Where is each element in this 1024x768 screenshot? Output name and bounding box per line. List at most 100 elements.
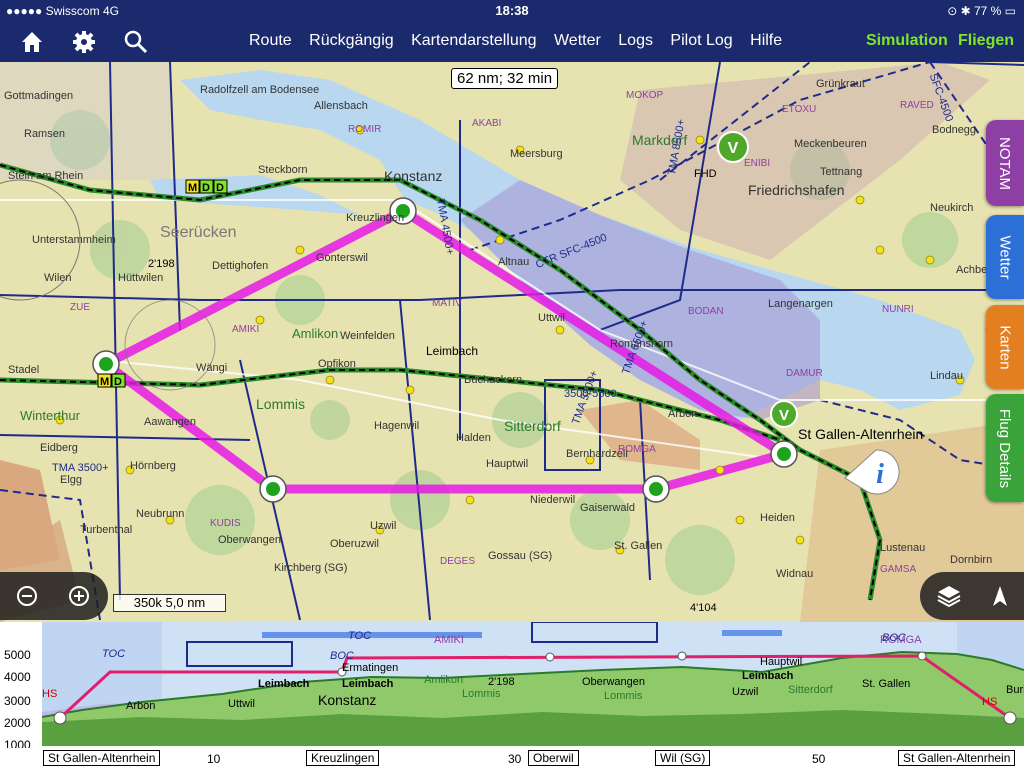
map-label: Weinfelden xyxy=(340,330,395,342)
map-label: Hüttwilen xyxy=(118,272,164,284)
map-label: Widnau xyxy=(776,568,814,580)
menu-logs[interactable]: Logs xyxy=(618,32,653,49)
north-arrow-icon[interactable] xyxy=(990,584,1010,608)
toolbar: Route Rückgängig Kartendarstellung Wette… xyxy=(0,22,1024,62)
waypoint-label[interactable]: ETOXU xyxy=(782,104,816,115)
tab-flug-details[interactable]: Flug Details xyxy=(986,394,1024,502)
menu-weather[interactable]: Wetter xyxy=(554,32,601,49)
place-wil[interactable]: Wil (SG) xyxy=(655,750,711,766)
place-kreuzlingen[interactable]: Kreuzlingen xyxy=(306,750,380,766)
map-label: Niederwil xyxy=(530,494,576,506)
map-label: Uttwil xyxy=(538,312,565,324)
menu-help[interactable]: Hilfe xyxy=(750,32,782,49)
waypoint-label[interactable]: AKABI xyxy=(472,118,501,129)
map-label: Hauptwil xyxy=(486,458,529,470)
airspace-label: SFC-4500 xyxy=(926,72,956,124)
elevation-label: 4'104 xyxy=(690,602,717,614)
map-label: Meersburg xyxy=(510,148,563,160)
map-label: Konstanz xyxy=(384,168,443,184)
waypoint-label[interactable]: ZUE xyxy=(70,302,90,313)
map-label: Dornbirn xyxy=(950,554,993,566)
map-label: Aawangen xyxy=(144,416,196,428)
place-oberwil[interactable]: Oberwil xyxy=(528,750,579,766)
map-label: Stadel xyxy=(8,364,40,376)
waypoint-label[interactable]: GAMSA xyxy=(880,564,916,575)
map-label: Grünkraut xyxy=(816,78,865,90)
map-label: Neubrunn xyxy=(136,508,185,520)
map-label: Bodnegg xyxy=(932,124,977,136)
map-label: Stein am Rhein xyxy=(8,170,84,182)
vertical-profile[interactable]: 5000 4000 3000 2000 1000 TOC BOC TOC BOC… xyxy=(0,622,1024,768)
tab-karten[interactable]: Karten xyxy=(986,305,1024,389)
map-label: Allensbach xyxy=(314,100,368,112)
battery-status: ⊙ ✱ 77 % ▭ xyxy=(947,4,1016,18)
waypoint-label[interactable]: RAVED xyxy=(900,100,934,111)
map-label: Amlikon xyxy=(292,326,339,341)
map-label: Lustenau xyxy=(880,542,926,554)
map-label: Ramsen xyxy=(24,128,65,140)
simulation-button[interactable]: Simulation xyxy=(866,32,948,50)
map-label: Uzwil xyxy=(370,520,397,532)
map-label: Wilen xyxy=(44,272,72,284)
map-label: Kirchberg (SG) xyxy=(274,562,348,574)
zoom-out-icon[interactable] xyxy=(16,585,38,607)
map-label: St. Gallen xyxy=(614,540,663,552)
map-label: Lindau xyxy=(930,370,964,382)
waypoint-label[interactable]: DEGES xyxy=(440,556,475,567)
airspace-label: TMA 4500+ xyxy=(434,198,456,256)
map-label: Hörnberg xyxy=(130,460,176,472)
waypoint-label[interactable]: NUNRI xyxy=(882,304,914,315)
map-label: Turbenthal xyxy=(80,524,133,536)
menu-route[interactable]: Route xyxy=(249,32,292,49)
waypoint-label[interactable]: ROMIR xyxy=(348,124,381,135)
waypoint-label[interactable]: ROMGA xyxy=(618,444,656,455)
map-labels: Konstanz Kreuzlingen Friedrichshafen Markdo… xyxy=(0,62,1024,622)
map-label: Elgg xyxy=(60,474,83,486)
waypoint-label[interactable]: ENIBI xyxy=(744,158,770,169)
search-icon[interactable] xyxy=(122,28,150,56)
status-bar: ●●●●● Swisscom 4G 18:38 ⊙ ✱ 77 % ▭ xyxy=(0,0,1024,22)
menu-pilot-log[interactable]: Pilot Log xyxy=(670,32,732,49)
map-label: Heiden xyxy=(760,512,795,524)
map-label: Radolfzell am Bodensee xyxy=(200,84,320,96)
gear-icon[interactable] xyxy=(70,28,98,56)
distance-time-label: 62 nm; 32 min xyxy=(451,68,559,89)
map-label: Oberwangen xyxy=(218,534,281,546)
map-scale: 350k 5,0 nm xyxy=(113,594,226,612)
zoom-in-icon[interactable] xyxy=(68,585,90,607)
layers-icon[interactable] xyxy=(936,584,962,608)
tab-wetter[interactable]: Wetter xyxy=(986,215,1024,299)
map-label: Gottmadingen xyxy=(4,90,74,102)
place-end[interactable]: St Gallen-Altenrhein xyxy=(898,750,1016,766)
tab-notam[interactable]: NOTAM xyxy=(986,120,1024,206)
map-label: Winterthur xyxy=(20,408,80,423)
profile-chart[interactable]: TOC BOC TOC BOC AMIKI ROMGA Ermatingen L… xyxy=(42,622,1024,746)
fly-button[interactable]: Fliegen xyxy=(958,32,1014,50)
profile-distance-axis: St Gallen-Altenrhein 10 Kreuzlingen 30 O… xyxy=(0,748,1024,768)
map-label: Friedrichshafen xyxy=(748,182,845,198)
map-label: Steckborn xyxy=(258,164,308,176)
map-label: Neukirch xyxy=(930,202,974,214)
map-label: Altnau xyxy=(498,256,530,268)
waypoint-label[interactable]: DAMUR xyxy=(786,368,823,379)
menu-undo[interactable]: Rückgängig xyxy=(309,32,394,49)
waypoint-label[interactable]: MOKOP xyxy=(626,90,663,101)
waypoint-label[interactable]: KUDIS xyxy=(210,518,241,529)
airfield-code-fhd: FHD xyxy=(694,168,717,180)
waypoint-label[interactable]: AMIKI xyxy=(232,324,259,335)
waypoint-label[interactable]: MATIV xyxy=(432,298,462,309)
waypoint-label[interactable]: BODAN xyxy=(688,306,724,317)
elevation-label: 2'198 xyxy=(148,258,175,270)
map-label: Sitterdorf xyxy=(504,418,561,434)
airspace-label: CTR SFC-4500 xyxy=(534,231,609,272)
aeronautical-map[interactable]: V V M D D M D i Konstanz Kreuzlingen Fried… xyxy=(0,62,1024,622)
map-label: Opfikon xyxy=(318,358,356,370)
map-label: Gonterswil xyxy=(316,252,368,264)
place-start[interactable]: St Gallen-Altenrhein xyxy=(43,750,161,766)
main-menu: Route Rückgängig Kartendarstellung Wette… xyxy=(249,32,795,50)
map-label: Arbon xyxy=(668,408,698,420)
map-label: Wängi xyxy=(196,362,228,374)
home-icon[interactable] xyxy=(18,28,46,56)
menu-map-display[interactable]: Kartendarstellung xyxy=(411,32,536,49)
clock: 18:38 xyxy=(495,3,529,18)
